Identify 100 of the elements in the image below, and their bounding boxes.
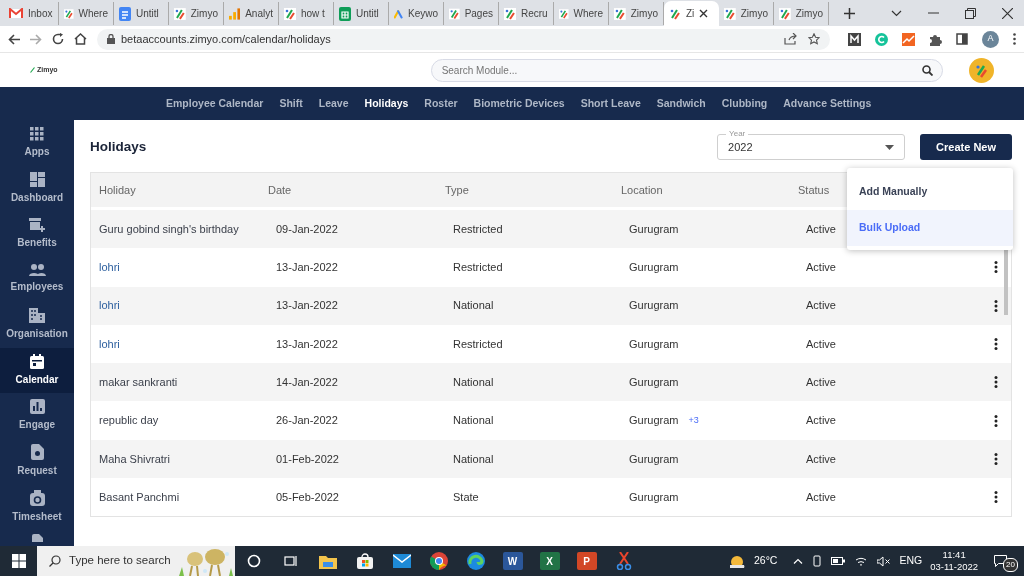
browser-tab[interactable]: Untitl <box>334 2 389 25</box>
swirl-logo-icon[interactable] <box>466 552 485 570</box>
task-view-icon[interactable] <box>283 554 298 568</box>
holiday-name[interactable]: Guru gobind singh's birthday <box>99 220 239 238</box>
sidebar-item[interactable]: Organisation <box>0 302 74 348</box>
browser-tab[interactable]: Analyt <box>224 2 279 25</box>
circle-icon[interactable] <box>246 554 261 568</box>
browser-tab[interactable]: Zimyo <box>609 2 664 25</box>
more-options-icon[interactable] <box>994 414 998 427</box>
sidebar-item[interactable]: Engage <box>0 393 74 439</box>
nav-tab[interactable]: Employee Calendar <box>158 95 272 112</box>
holiday-name[interactable]: republic day <box>99 412 159 429</box>
chevron-down-icon[interactable] <box>891 9 902 17</box>
nav-tab[interactable]: Leave <box>310 95 357 112</box>
mute-icon[interactable] <box>877 555 892 567</box>
browser-tab[interactable]: Zimyo <box>719 2 774 25</box>
more-options-icon[interactable] <box>994 376 998 389</box>
avatar-logo-icon[interactable] <box>969 57 994 83</box>
sidebar-item[interactable]: Benefits <box>0 211 74 257</box>
sidebar-item[interactable]: Dashboard <box>0 165 74 211</box>
search-field[interactable]: Search Module... <box>430 58 943 82</box>
nav-tab[interactable]: Roster <box>416 95 466 112</box>
app-tile-icon[interactable]: P <box>576 552 597 570</box>
wifi-icon[interactable] <box>855 555 868 567</box>
more-options-icon[interactable] <box>994 261 998 274</box>
star-icon[interactable] <box>808 33 820 45</box>
clock-time[interactable]: 11:41 <box>942 549 966 561</box>
browser-tab[interactable]: Pages <box>444 2 499 25</box>
holiday-name[interactable]: makar sankranti <box>99 374 178 391</box>
sidebar-item[interactable]: Calendar <box>0 347 74 393</box>
sidebar-item[interactable]: Apps <box>0 120 74 166</box>
browser-tab[interactable]: Zimyo <box>169 2 224 25</box>
browser-tab[interactable]: Recru <box>499 2 554 25</box>
table-cell-text: 13-Jan-2022 <box>275 260 338 276</box>
nav-tab[interactable]: Biometric Devices <box>465 95 573 112</box>
clock-date[interactable]: 03-11-2022 <box>930 561 979 573</box>
nav-tab[interactable]: Advance Settings <box>775 95 880 112</box>
puzzle-icon[interactable] <box>929 32 942 46</box>
device-icon[interactable] <box>813 555 822 567</box>
notification-icon[interactable] <box>994 555 1008 567</box>
folder-icon[interactable] <box>318 553 337 569</box>
windows-icon[interactable] <box>11 554 26 568</box>
browser-tab[interactable]: Inbox <box>4 2 59 25</box>
profile-avatar[interactable]: A <box>982 30 999 48</box>
side-panel-icon[interactable] <box>956 33 968 45</box>
plus-icon[interactable] <box>843 7 855 19</box>
share-icon[interactable] <box>784 33 797 45</box>
sidebar-item[interactable]: Request <box>0 438 74 484</box>
holiday-name[interactable]: Maha Shivratri <box>99 450 170 468</box>
restore-icon[interactable] <box>965 7 976 19</box>
sidebar-item[interactable]: Timesheet <box>0 484 74 530</box>
shopping-bag-icon[interactable] <box>356 553 373 569</box>
envelope-icon[interactable] <box>392 554 411 568</box>
nav-tab[interactable]: Holidays <box>356 95 417 112</box>
app-tile-icon[interactable]: X <box>539 552 560 570</box>
browser-tab[interactable]: Zi <box>664 1 719 26</box>
more-locations-count[interactable]: +3 <box>688 413 699 428</box>
browser-tab[interactable]: Untitl <box>114 2 169 25</box>
table-cell-text: National <box>452 375 494 391</box>
battery-icon[interactable] <box>831 557 846 565</box>
slash-logo-icon <box>64 7 74 20</box>
browser-logo-icon[interactable] <box>429 552 448 570</box>
scissors-icon[interactable] <box>615 552 632 570</box>
language-indicator[interactable]: ENG <box>899 553 923 569</box>
extension-icon[interactable] <box>848 32 861 46</box>
browser-tab[interactable]: Where <box>59 2 114 25</box>
nav-tab[interactable]: Sandwich <box>648 95 714 112</box>
menu-item[interactable]: Bulk Upload <box>847 210 1013 246</box>
back-icon[interactable] <box>8 33 20 45</box>
slash-logo-icon <box>449 7 460 20</box>
chevron-up-icon[interactable] <box>793 558 804 564</box>
nav-tab[interactable]: Clubbing <box>713 95 776 112</box>
notification-count[interactable]: 20 <box>1003 558 1018 572</box>
timer-icon <box>29 489 45 506</box>
taskbar-search-field[interactable]: Type here to search <box>37 546 235 576</box>
browser-tab[interactable]: Keywo <box>389 2 444 25</box>
nav-tab[interactable]: Short Leave <box>572 95 649 112</box>
holiday-name[interactable]: Basant Panchmi <box>99 488 180 506</box>
more-options-icon[interactable] <box>994 491 998 504</box>
more-options-icon[interactable] <box>994 452 998 465</box>
nav-tab[interactable]: Shift <box>271 95 311 112</box>
more-options-icon[interactable] <box>994 338 998 351</box>
create-new-button[interactable]: Create New <box>920 134 1012 160</box>
browser-tab[interactable]: Where <box>554 2 609 25</box>
browser-tab[interactable]: Zimyo <box>774 2 829 25</box>
menu-item[interactable]: Add Manually <box>847 174 1013 210</box>
browser-tab[interactable]: how t <box>279 2 334 25</box>
reload-icon[interactable] <box>52 33 64 45</box>
close-icon[interactable] <box>699 9 709 18</box>
address-bar[interactable]: betaaccounts.zimyo.com/calendar/holidays <box>97 28 830 50</box>
holiday-name[interactable]: lohri <box>99 297 120 314</box>
holiday-name[interactable]: lohri <box>99 335 120 353</box>
menu-icon[interactable] <box>1013 33 1016 45</box>
close-icon[interactable] <box>1002 7 1013 19</box>
home-icon[interactable] <box>74 33 87 45</box>
more-options-icon[interactable] <box>994 299 998 312</box>
column-header: Holiday <box>99 182 136 198</box>
app-tile-icon[interactable]: W <box>502 552 523 570</box>
sidebar-item[interactable]: Employees <box>0 256 74 302</box>
holiday-name[interactable]: lohri <box>99 259 120 276</box>
